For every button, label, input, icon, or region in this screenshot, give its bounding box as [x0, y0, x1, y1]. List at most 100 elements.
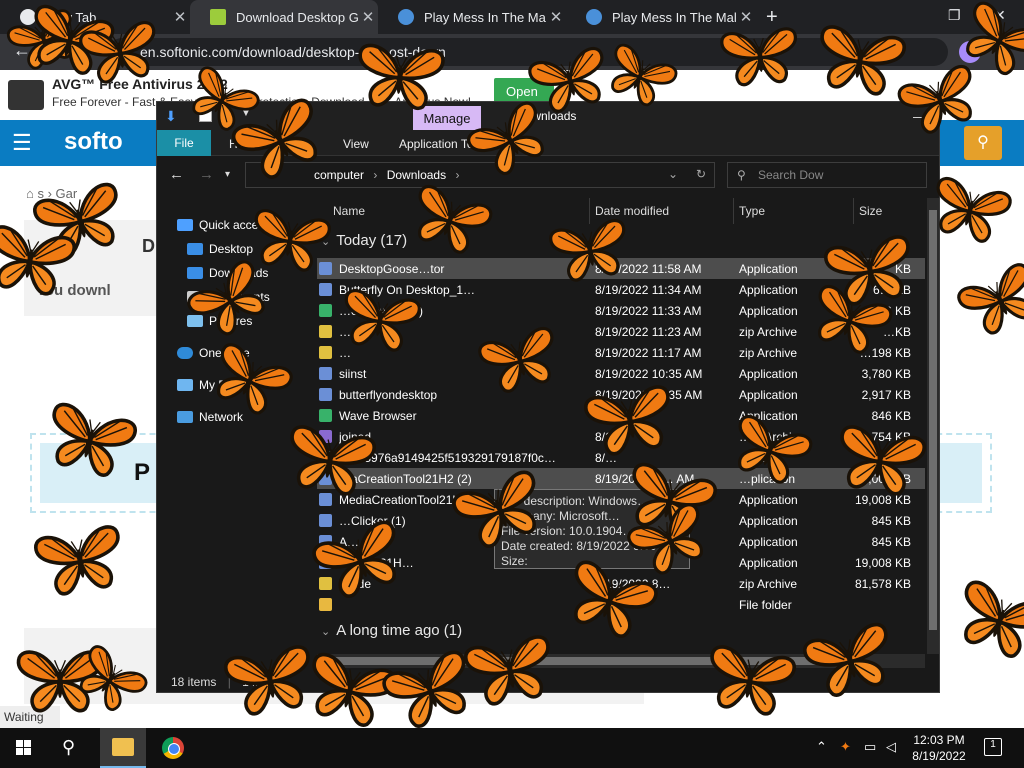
file-row[interactable]: …aCreationTool21H2 (2) 8/19/2022 9:… AM …p…	[317, 468, 925, 489]
game-icon	[586, 9, 602, 25]
nav-downloads[interactable]: Downloads	[187, 266, 268, 280]
close-tab-icon[interactable]: ✕	[546, 8, 566, 26]
file-row[interactable]: joined 8/1… …ar Archive 18,754 KB	[317, 426, 925, 447]
search-icon[interactable]: ⚲	[62, 737, 75, 758]
file-row[interactable]: Wave Browser 8/19/2… Application 846 KB	[317, 405, 925, 426]
chevron-down-icon[interactable]: ▼	[241, 108, 251, 119]
column-header-type[interactable]: Type	[739, 204, 765, 218]
back-icon[interactable]: ←	[10, 40, 34, 61]
home-icon[interactable]: ⌂	[26, 186, 34, 201]
recent-chevron-icon[interactable]: ▾	[225, 169, 230, 180]
properties-checkbox-icon[interactable]	[199, 109, 212, 122]
nav-label: My PC	[199, 378, 235, 392]
forward-icon[interactable]: →	[42, 40, 66, 61]
exe-icon	[319, 493, 332, 506]
browser-tab-strip: New Tab ✕ Download Desktop Goo ✕ Play Me…	[0, 0, 1024, 34]
application-tools-tab[interactable]: Application Tools	[399, 137, 489, 151]
nav-onedrive[interactable]: OneDrive	[177, 346, 250, 360]
file-row[interactable]: 8/… File folder	[317, 594, 925, 615]
file-size: KB	[894, 262, 911, 276]
back-icon[interactable]: ←	[169, 166, 184, 183]
network-icon[interactable]: ▭	[864, 739, 876, 755]
explorer-address-bar[interactable]: computer › Downloads › ⌄ ↻	[245, 162, 715, 188]
nav-desktop[interactable]: Desktop	[187, 242, 253, 256]
file-row[interactable]: … 8/19/2022 11:17 AM zip Archive …198 KB	[317, 342, 925, 363]
volume-icon[interactable]: ◁	[886, 739, 896, 755]
breadcrumb-this-pc[interactable]: computer	[314, 168, 364, 182]
file-row[interactable]: butterflyondesktop 8/19/2022 10:35 AM Appl…	[317, 384, 925, 405]
restore-icon[interactable]: ❐	[948, 7, 961, 24]
file-row[interactable]: DesktopGoose…tor 8/19/2022 11:58 AM Applic…	[317, 258, 925, 279]
nav-quick-access[interactable]: Quick access	[177, 218, 270, 232]
forward-icon[interactable]: →	[199, 166, 214, 183]
show-hidden-icons-icon[interactable]: ⌃	[816, 739, 827, 755]
profile-avatar[interactable]	[959, 41, 981, 63]
system-clock[interactable]: 12:03 PM 8/19/2022	[906, 732, 972, 764]
group-header-today[interactable]: ⌄ Today (17)	[321, 232, 407, 249]
file-tab[interactable]: File	[157, 130, 211, 156]
refresh-icon[interactable]: ↻	[696, 167, 706, 181]
column-divider[interactable]	[589, 198, 590, 224]
document-icon	[187, 291, 203, 303]
file-type: Application	[739, 514, 798, 528]
chevron-down-icon[interactable]: ⌄	[668, 167, 678, 181]
notification-center-icon[interactable]: 1	[984, 738, 1002, 756]
file-row[interactable]: Butterfly On Desktop_1… 8/19/2022 11:34 A…	[317, 279, 925, 300]
vertical-scrollbar[interactable]	[927, 198, 939, 654]
new-tab-icon[interactable]: +	[766, 6, 778, 29]
breadcrumb[interactable]: ⌂ s › Gar	[26, 186, 77, 201]
tab-new-tab[interactable]: New Tab ✕	[0, 0, 190, 34]
exe-icon	[319, 556, 332, 569]
nav-network[interactable]: Network	[177, 410, 243, 424]
file-type: zip Archive	[739, 577, 798, 591]
lock-icon	[120, 47, 130, 57]
nav-documents[interactable]: Documents	[187, 290, 270, 304]
view-tab[interactable]: View	[343, 137, 369, 151]
nav-this-pc[interactable]: My PC	[177, 378, 235, 392]
scrollbar-thumb[interactable]	[333, 657, 863, 665]
file-size: …198 KB	[859, 346, 911, 360]
file-row[interactable]: …1b5976a9149425f519329179187f0c… 8/… …mage…	[317, 447, 925, 468]
column-header-size[interactable]: Size	[859, 204, 882, 218]
close-tab-icon[interactable]: ✕	[736, 8, 756, 26]
tab-title: New Tab	[46, 9, 97, 25]
nav-pictures[interactable]: Pictures	[187, 314, 252, 328]
search-icon[interactable]: ⚲	[964, 126, 1002, 160]
reload-icon[interactable]: ↻	[74, 40, 98, 61]
column-divider[interactable]	[853, 198, 854, 224]
navigation-pane: Quick access Desktop Downloads Documents…	[157, 198, 313, 672]
close-tab-icon[interactable]: ✕	[358, 8, 378, 26]
taskbar-chrome[interactable]	[150, 728, 196, 768]
home-tab[interactable]: Home	[229, 137, 261, 151]
card-title: D	[142, 236, 155, 256]
manage-tab[interactable]: Manage	[413, 106, 481, 130]
close-tab-icon[interactable]: ✕	[170, 8, 190, 26]
butterfly-tray-icon[interactable]: ✦	[840, 739, 851, 755]
tab-game-1[interactable]: Play Mess In The Mall G ✕	[378, 0, 566, 34]
file-name: …	[339, 346, 351, 360]
file-row[interactable]: …ade 8/19/2022 8… zip Archive 81,578 KB	[317, 573, 925, 594]
download-arrow-icon[interactable]: ⬇	[165, 108, 177, 125]
file-size: 25 KB	[878, 451, 911, 465]
file-row[interactable]: siinst 8/19/2022 10:35 AM Application 3,780…	[317, 363, 925, 384]
hamburger-menu-icon[interactable]: ☰	[12, 130, 32, 156]
tab-softonic[interactable]: Download Desktop Goo ✕	[190, 0, 378, 34]
column-divider[interactable]	[733, 198, 734, 224]
column-header-name[interactable]: Name	[333, 204, 365, 218]
minimize-icon[interactable]: —	[913, 108, 927, 124]
file-row[interactable]: …elta 8/19/2022 11:23 AM zip Archive …KB	[317, 321, 925, 342]
address-bar[interactable]: en.softonic.com/download/desktop-ga…ost-…	[108, 38, 948, 66]
taskbar-file-explorer[interactable]	[100, 728, 146, 768]
close-window-icon[interactable]: ✕	[994, 7, 1006, 24]
breadcrumb-downloads[interactable]: Downloads	[387, 168, 446, 182]
scrollbar-thumb[interactable]	[929, 210, 937, 630]
group-header-long-ago[interactable]: ⌄ A long time ago (1)	[321, 622, 462, 639]
explorer-search-input[interactable]: ⚲ Search Dow	[727, 162, 927, 188]
tab-game-2[interactable]: Play Mess In The Mall G ✕	[566, 0, 756, 34]
file-type: zip Archive	[739, 346, 798, 360]
site-logo[interactable]: softo	[64, 128, 123, 156]
ad-title[interactable]: AVG™ Free Antivirus 2022	[52, 76, 228, 92]
column-header-date[interactable]: Date modified	[595, 204, 669, 218]
horizontal-scrollbar[interactable]	[317, 654, 925, 668]
file-row[interactable]: …e Browser (1) 8/19/2022 11:33 AM Applicat…	[317, 300, 925, 321]
